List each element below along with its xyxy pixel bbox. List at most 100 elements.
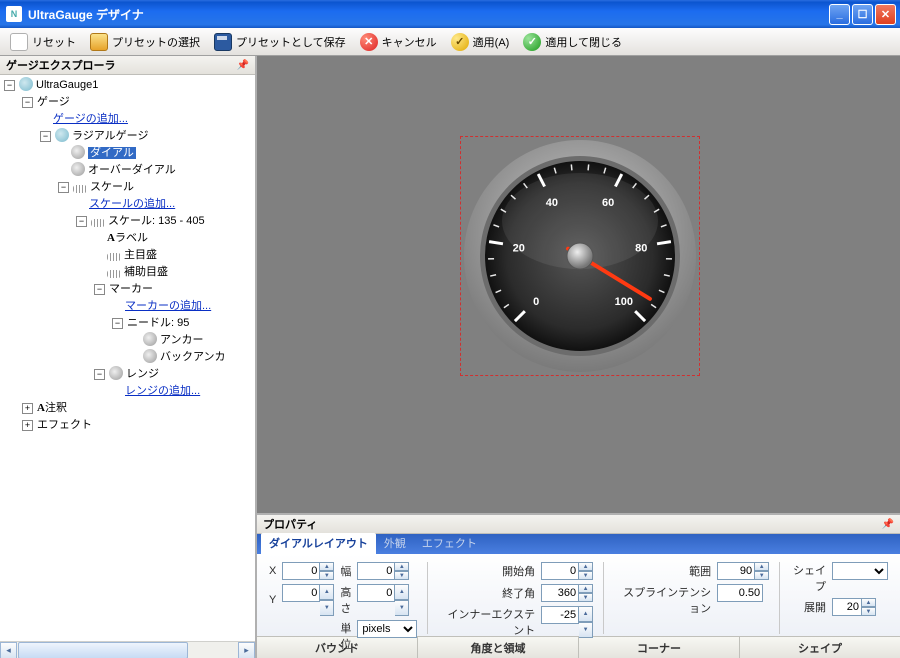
lbl-start-angle: 開始角 [438,563,535,579]
expander[interactable]: − [22,97,33,108]
tree-overdial[interactable]: オーバーダイアル [88,164,176,176]
blank-icon [10,33,28,51]
radial-gauge-icon [55,128,69,142]
overdial-icon [71,162,85,176]
label-icon: A [107,232,115,244]
tree-gauges[interactable]: ゲージ [37,96,70,108]
lbl-spline: スプラインテンション [614,584,711,616]
expander[interactable]: − [94,369,105,380]
tree-radial[interactable]: ラジアルゲージ [72,130,148,142]
app-icon: N [6,6,22,22]
input-inner-extent[interactable] [541,606,579,624]
pin-icon[interactable]: 📌 [237,60,249,71]
explorer-panel: ゲージエクスプローラ📌 −UltraGauge1 −ゲージ ゲージの追加... … [0,56,257,658]
group-shape: シェイプ [740,637,900,658]
tab-dial-layout[interactable]: ダイアルレイアウト [261,533,376,554]
explorer-header: ゲージエクスプローラ📌 [0,56,255,75]
input-x[interactable] [282,562,320,580]
design-canvas[interactable]: 020406080100 [257,56,900,513]
expander[interactable]: − [58,182,69,193]
scroll-thumb[interactable] [18,642,188,658]
property-tabs: ダイアルレイアウト 外観 エフェクト [257,534,900,554]
hscrollbar[interactable]: ◂ ▸ [0,641,255,658]
minor-tick-icon [107,270,121,278]
select-shape[interactable] [832,562,888,580]
expander[interactable]: − [76,216,87,227]
scroll-left-button[interactable]: ◂ [0,642,17,658]
tree-root[interactable]: UltraGauge1 [36,79,98,91]
apply-icon: ✓ [451,33,469,51]
input-y[interactable] [282,584,320,602]
folder-icon [90,33,108,51]
input-spline[interactable] [717,584,763,602]
tree-dial[interactable]: ダイアル [88,147,136,159]
tree-scale-item[interactable]: スケール: 135 - 405 [108,215,205,227]
ranges-icon [109,366,123,380]
add-scale-link[interactable]: スケールの追加... [89,198,175,210]
anchor-icon [143,332,157,346]
scales-icon [73,185,87,193]
major-tick-icon [107,253,121,261]
save-preset-button[interactable]: プリセットとして保存 [208,31,352,53]
cancel-icon: ✕ [360,33,378,51]
tree-anchor[interactable]: アンカー [160,334,204,346]
spin-down[interactable]: ▼ [320,571,334,580]
group-labels: バウンド 角度と領域 コーナー シェイプ [257,636,900,658]
input-start-angle[interactable] [541,562,579,580]
lbl-x: X [269,565,276,577]
tree-effects[interactable]: エフェクト [37,419,92,431]
choose-preset-button[interactable]: プリセットの選択 [84,31,206,53]
cancel-button[interactable]: ✕キャンセル [354,31,443,53]
tree-markers[interactable]: マーカー [109,283,153,295]
pin-icon[interactable]: 📌 [882,519,894,530]
tab-effects[interactable]: エフェクト [414,533,485,554]
disk-icon [214,33,232,51]
lbl-inner-extent: インナーエクステント [438,606,535,638]
input-height[interactable] [357,584,395,602]
expander[interactable]: + [22,420,33,431]
tree-scales[interactable]: スケール [90,181,134,193]
properties-header: プロパティ📌 [257,515,900,534]
reset-button[interactable]: リセット [4,31,82,53]
group-corner: コーナー [579,637,740,658]
lbl-deploy: 展開 [790,599,826,615]
minimize-button[interactable]: _ [829,4,850,25]
input-end-angle[interactable] [541,584,579,602]
tree-back-anchor[interactable]: バックアンカ [160,351,226,363]
apply-button[interactable]: ✓適用(A) [445,31,516,53]
tree-ranges[interactable]: レンジ [126,368,159,380]
expander[interactable]: − [4,80,15,91]
tree-label[interactable]: ラベル [115,232,148,244]
dial-icon [71,145,85,159]
add-range-link[interactable]: レンジの追加... [125,385,200,397]
tree-minor[interactable]: 補助目盛 [124,266,168,278]
tree[interactable]: −UltraGauge1 −ゲージ ゲージの追加... −ラジアルゲージ ダイア… [0,75,255,641]
scroll-right-button[interactable]: ▸ [238,642,255,658]
input-range[interactable] [717,562,755,580]
add-gauge-link[interactable]: ゲージの追加... [53,113,128,125]
tab-appearance[interactable]: 外観 [376,533,414,554]
input-width[interactable] [357,562,395,580]
apply-close-button[interactable]: ✓適用して閉じる [517,31,628,53]
input-deploy[interactable] [832,598,862,616]
add-marker-link[interactable]: マーカーの追加... [125,300,211,312]
tree-annotations[interactable]: 注釈 [45,402,67,414]
lbl-height: 高さ [340,584,351,616]
scale-icon [91,219,105,227]
expander[interactable]: − [94,284,105,295]
tree-needle[interactable]: ニードル: 95 [127,317,189,329]
lbl-shape: シェイプ [790,562,826,594]
properties-panel: プロパティ📌 ダイアルレイアウト 外観 エフェクト X ▲▼ 幅 ▲▼ Y ▲▼… [257,513,900,658]
group-bound: バウンド [257,637,418,658]
close-button[interactable]: ✕ [875,4,896,25]
lbl-y: Y [269,594,276,606]
titlebar: N UltraGauge デザイナ _ ☐ ✕ [0,0,900,28]
expander[interactable]: − [40,131,51,142]
expander[interactable]: + [22,403,33,414]
spin-up[interactable]: ▲ [320,562,334,571]
back-anchor-icon [143,349,157,363]
maximize-button[interactable]: ☐ [852,4,873,25]
select-unit[interactable]: pixels [357,620,417,638]
expander[interactable]: − [112,318,123,329]
tree-major[interactable]: 主目盛 [124,249,157,261]
